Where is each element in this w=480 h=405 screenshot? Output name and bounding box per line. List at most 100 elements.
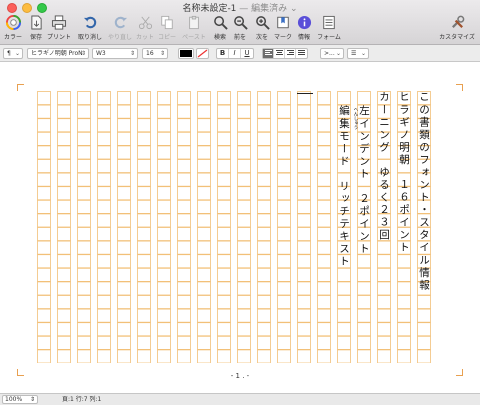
- list-style-select[interactable]: ☰ ⌄: [347, 48, 369, 59]
- line-spacing-select[interactable]: >... ⌄: [320, 48, 344, 59]
- edited-status[interactable]: — 編集済み ⌄: [239, 4, 297, 14]
- document-line-4: 左インデント ２ポイント: [358, 105, 370, 256]
- italic-button[interactable]: I: [229, 49, 241, 58]
- customize-button[interactable]: カスタマイズ: [436, 15, 478, 43]
- grid-cell: [157, 172, 171, 187]
- grid-cell: [317, 145, 331, 160]
- grid-cell: [37, 199, 51, 214]
- font-size-select[interactable]: 16 ⇕: [142, 48, 168, 59]
- prev-label: 前を: [233, 34, 246, 41]
- text-color-well[interactable]: [178, 48, 194, 59]
- grid-cell: [97, 322, 111, 337]
- customize-label: カスタマイズ: [439, 34, 475, 41]
- copy-button[interactable]: コピー: [156, 15, 178, 43]
- align-justify-button[interactable]: [296, 49, 307, 58]
- grid-cell: [277, 118, 291, 133]
- grid-cell: [177, 145, 191, 160]
- print-button[interactable]: プリント: [46, 15, 72, 43]
- paste-icon: [189, 15, 199, 30]
- find-next-button[interactable]: 次を: [252, 15, 272, 43]
- grid-cell: [37, 295, 51, 310]
- redo-button[interactable]: やり直し: [106, 15, 134, 43]
- grid-cell: [257, 104, 271, 119]
- grid-cell: [217, 91, 231, 106]
- bold-button[interactable]: B: [217, 49, 229, 58]
- search-button[interactable]: 検索: [210, 15, 230, 43]
- grid-cell: [217, 186, 231, 201]
- grid-cell: [177, 91, 191, 106]
- grid-cell: [117, 159, 131, 174]
- grid-cell: [137, 267, 151, 282]
- align-left-button[interactable]: [263, 49, 274, 58]
- grid-cell: [317, 131, 331, 146]
- grid-cell: [417, 308, 431, 323]
- grid-cell: [57, 349, 71, 363]
- align-right-button[interactable]: [285, 49, 296, 58]
- grid-cell: [57, 322, 71, 337]
- grid-cell: [217, 131, 231, 146]
- font-family-select[interactable]: ヒラギノ明朝 ProN ⇕: [27, 48, 89, 59]
- find-previous-button[interactable]: 前を: [230, 15, 250, 43]
- grid-cell: [197, 159, 211, 174]
- grid-cell: [377, 295, 391, 310]
- grid-cell: [157, 104, 171, 119]
- highlight-color-well[interactable]: [196, 48, 209, 59]
- find-previous-icon: [233, 16, 248, 30]
- grid-cell: [317, 118, 331, 133]
- grid-cell: [237, 240, 251, 255]
- form-button[interactable]: フォーム: [316, 15, 342, 43]
- list-style-value: ☰: [351, 50, 357, 57]
- grid-cell: [197, 104, 211, 119]
- search-icon: [213, 16, 228, 30]
- cut-button[interactable]: カット: [136, 15, 154, 43]
- grid-cell: [317, 186, 331, 201]
- scissors-icon: [138, 16, 152, 30]
- zoom-select[interactable]: 100% ⇕: [2, 395, 38, 404]
- grid-cell: [277, 227, 291, 242]
- grid-cell: [177, 186, 191, 201]
- paste-label: ペースト: [182, 34, 206, 41]
- grid-cell: [237, 199, 251, 214]
- grid-cell: [137, 227, 151, 242]
- underline-button[interactable]: U: [241, 49, 253, 58]
- paragraph-style-select[interactable]: ¶ ⌄: [3, 48, 23, 59]
- grid-cell: [77, 91, 91, 106]
- grid-cell: [97, 159, 111, 174]
- mark-button[interactable]: マーク: [273, 15, 293, 43]
- grid-cell: [217, 335, 231, 350]
- font-weight-select[interactable]: W3 ⇕: [92, 48, 138, 59]
- grid-cell: [297, 186, 311, 201]
- document-line-2: ヒラギノ明朝 １６ポイント: [398, 91, 410, 255]
- undo-button[interactable]: 取り消し: [76, 15, 104, 43]
- window-title[interactable]: 名称未設定-1 — 編集済み ⌄: [0, 1, 480, 14]
- grid-cell: [97, 118, 111, 133]
- grid-cell: [337, 295, 351, 310]
- grid-cell: [177, 281, 191, 296]
- save-button[interactable]: 保存: [28, 15, 44, 43]
- color-button[interactable]: カラー: [2, 15, 24, 43]
- grid-cell: [37, 118, 51, 133]
- print-label: プリント: [46, 34, 71, 41]
- align-center-button[interactable]: [274, 49, 285, 58]
- info-button[interactable]: 情報: [296, 15, 312, 43]
- paste-button[interactable]: ペースト: [180, 15, 208, 43]
- grid-cell: [77, 240, 91, 255]
- grid-cell: [257, 335, 271, 350]
- no-highlight-icon: [197, 49, 208, 58]
- grid-cell: [297, 227, 311, 242]
- grid-cell: [317, 104, 331, 119]
- grid-cell: [297, 199, 311, 214]
- align-center-icon: [275, 50, 283, 55]
- grid-cell: [397, 322, 411, 337]
- text-style-buttons: B I U: [216, 48, 254, 59]
- grid-cell: [37, 335, 51, 350]
- grid-cell: [277, 199, 291, 214]
- grid-cell: [297, 159, 311, 174]
- document-page[interactable]: この書類のフォント・スタイル情報 ヒラギノ明朝 １６ポイント カーニング ゆるく…: [0, 62, 480, 393]
- grid-cell: [137, 213, 151, 228]
- grid-cell: [37, 131, 51, 146]
- grid-cell: [77, 322, 91, 337]
- grid-cell: [177, 240, 191, 255]
- grid-cell: [117, 131, 131, 146]
- grid-cell: [197, 322, 211, 337]
